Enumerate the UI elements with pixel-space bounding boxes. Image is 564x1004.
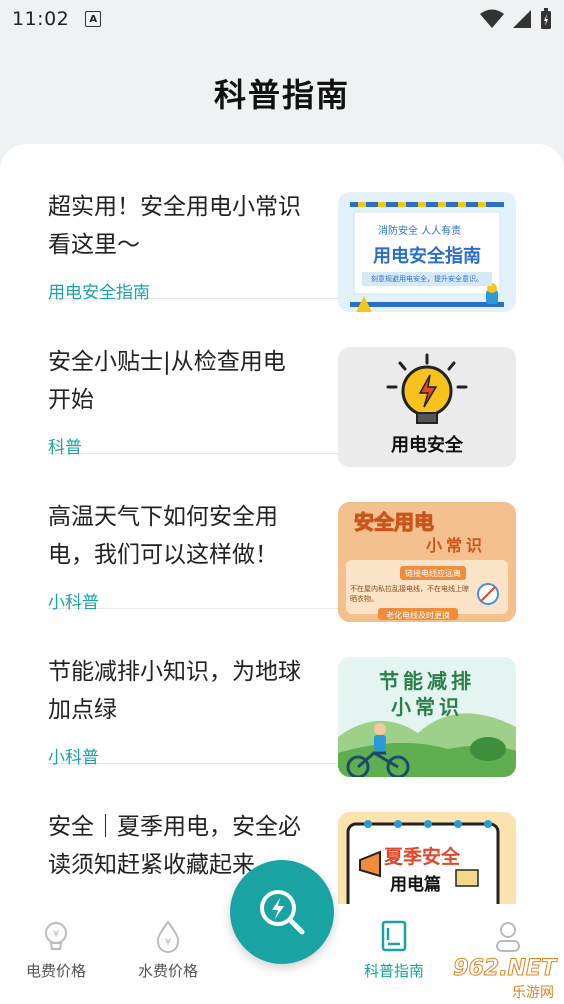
- thumb-subline: 刻意规避用电安全，提升安全意识。: [362, 272, 492, 286]
- article-thumbnail[interactable]: 节能减排 小常识: [338, 657, 516, 777]
- thumb-subhead: 小常识: [391, 695, 463, 719]
- signal-icon: [513, 10, 531, 28]
- search-lightning-icon: [260, 890, 305, 935]
- status-time: 11:02: [12, 8, 70, 30]
- thumb-headline: 节能减排: [379, 669, 475, 693]
- wifi-icon: [480, 9, 504, 28]
- article-thumbnail[interactable]: 消防安全 人人有责 用电安全指南 刻意规避用电安全，提升安全意识。: [338, 192, 516, 312]
- nav-item-electricity-price[interactable]: ¥ 电费价格: [6, 918, 106, 981]
- profile-icon: [496, 922, 520, 952]
- status-bar: 11:02 A: [0, 0, 564, 38]
- article-item[interactable]: 高温天气下如何安全用电，我们可以这样做！ 小科普 安全用电 小常识 链接电线应远…: [48, 454, 516, 622]
- page-title: 科普指南: [213, 76, 350, 114]
- watermark-text: 962.NET: [453, 956, 557, 982]
- article-title[interactable]: 节能减排小知识，为地球加点绿: [48, 653, 308, 729]
- article-item[interactable]: 安全小贴士|从检查用电开始 科普 用电安全: [48, 299, 516, 467]
- thumb-headline: 夏季安全: [384, 846, 461, 868]
- article-thumbnail[interactable]: 用电安全: [338, 347, 516, 467]
- article-thumbnail[interactable]: 夏季安全 用电篇: [338, 812, 516, 904]
- notification-a-icon: A: [85, 11, 102, 27]
- article-title[interactable]: 高温天气下如何安全用电，我们可以这样做！: [48, 498, 308, 574]
- article-title[interactable]: 超实用！安全用电小常识看这里～: [48, 188, 308, 264]
- thumb-note: 链接电线应远离: [405, 569, 461, 578]
- watermark-subtext: 乐游网: [512, 985, 554, 1001]
- thumb-note: 不在屋内私拉乱接电线，不在电线上晾晒衣物。: [350, 585, 469, 603]
- water-drop-icon: ¥: [156, 920, 180, 953]
- article-item[interactable]: 节能减排小知识，为地球加点绿 小科普 节能减排 小常识: [48, 609, 516, 777]
- search-fab-button[interactable]: [230, 860, 334, 964]
- nav-label: 水费价格: [137, 962, 198, 980]
- article-title[interactable]: 安全小贴士|从检查用电开始: [48, 343, 308, 419]
- guide-book-icon: [381, 920, 407, 952]
- thumb-headline: 用电安全指南: [373, 246, 481, 267]
- svg-text:¥: ¥: [165, 937, 171, 948]
- site-watermark: 962.NET 乐游网: [424, 950, 564, 1004]
- thumb-headline: 安全用电: [354, 510, 435, 535]
- thumb-caption: 消防安全 人人有责: [378, 226, 462, 237]
- lightbulb-icon: ¥: [45, 922, 67, 950]
- nav-label: 电费价格: [25, 962, 86, 980]
- article-item[interactable]: 超实用！安全用电小常识看这里～ 用电安全指南 消防安全 人人有责 用电安全指南 …: [48, 144, 516, 312]
- battery-icon: [541, 8, 551, 29]
- svg-text:¥: ¥: [53, 929, 59, 940]
- nav-item-water-price[interactable]: ¥ 水费价格: [118, 918, 218, 981]
- thumb-subhead: 小常识: [426, 536, 487, 555]
- nav-label: 科普指南: [363, 962, 424, 980]
- article-thumbnail[interactable]: 安全用电 小常识 链接电线应远离 不在屋内私拉乱接电线，不在电线上晾晒衣物。 老…: [338, 502, 516, 622]
- article-list: 超实用！安全用电小常识看这里～ 用电安全指南 消防安全 人人有责 用电安全指南 …: [0, 144, 564, 904]
- thumb-subhead: 用电篇: [390, 875, 441, 895]
